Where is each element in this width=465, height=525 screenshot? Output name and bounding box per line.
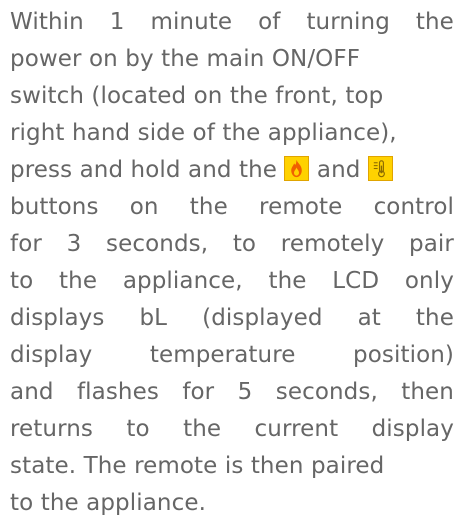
text-line-10: display temperature position) xyxy=(10,337,454,374)
word: appliance, xyxy=(122,268,243,294)
word: 3 xyxy=(66,231,82,257)
word: remote xyxy=(259,194,343,220)
word: then xyxy=(401,379,454,405)
word: the xyxy=(415,305,454,331)
text-line-8: to the appliance, the LCD only xyxy=(10,263,454,300)
word: seconds, xyxy=(106,231,209,257)
word: the xyxy=(189,194,228,220)
line-text: press and hold and the xyxy=(10,157,278,183)
word: flashes xyxy=(76,379,159,405)
text-line-3: switch (located on the front, top xyxy=(10,83,384,109)
instruction-paragraph: Within 1 minute of turning the power on … xyxy=(0,0,465,525)
word: for xyxy=(10,231,42,257)
word: to xyxy=(10,268,34,294)
word: displays xyxy=(10,305,105,331)
word: the xyxy=(59,268,98,294)
text-line-2: power on by the main ON/OFF xyxy=(10,46,361,72)
word: to xyxy=(126,416,150,442)
word: display xyxy=(10,342,93,368)
text-line-9: displays bL (displayed at the xyxy=(10,300,454,337)
word: control xyxy=(373,194,454,220)
word: bL xyxy=(139,305,168,331)
word: temperature xyxy=(149,342,296,368)
text-line-7: for 3 seconds, to remotely pair xyxy=(10,226,454,263)
word: to xyxy=(232,231,257,257)
word: display xyxy=(371,416,454,442)
word: LCD xyxy=(332,268,380,294)
word: at xyxy=(357,305,381,331)
word: minute xyxy=(150,9,233,35)
word: (displayed xyxy=(202,305,323,331)
word: 1 xyxy=(109,9,125,35)
word: on xyxy=(129,194,159,220)
text-line-11: and flashes for 5 seconds, then xyxy=(10,374,454,411)
text-line-12: returns to the current display xyxy=(10,411,454,448)
line-text: and xyxy=(316,157,361,183)
word: position) xyxy=(353,342,454,368)
flame-icon xyxy=(284,156,310,181)
word: seconds, xyxy=(275,379,378,405)
word: current xyxy=(254,416,339,442)
word: buttons xyxy=(10,194,99,220)
word: the xyxy=(183,416,222,442)
word: turning xyxy=(306,9,390,35)
word: 5 xyxy=(237,379,253,405)
word: pair xyxy=(409,231,454,257)
word: and xyxy=(10,379,54,405)
text-line-6: buttons on the remote control xyxy=(10,189,454,226)
word: only xyxy=(404,268,454,294)
word: remotely xyxy=(280,231,385,257)
text-line-5: press and hold and the and xyxy=(10,152,454,189)
word: of xyxy=(258,9,281,35)
word: returns xyxy=(10,416,94,442)
word: the xyxy=(268,268,307,294)
text-line-4: right hand side of the appliance), xyxy=(10,120,397,146)
thermometer-icon xyxy=(367,156,393,181)
word: the xyxy=(415,9,454,35)
word: for xyxy=(182,379,215,405)
word: Within xyxy=(10,9,84,35)
text-line-13: state. The remote is then paired xyxy=(10,453,385,479)
text-line-1: Within 1 minute of turning the xyxy=(10,4,454,41)
text-line-14: to the appliance. xyxy=(10,490,207,516)
